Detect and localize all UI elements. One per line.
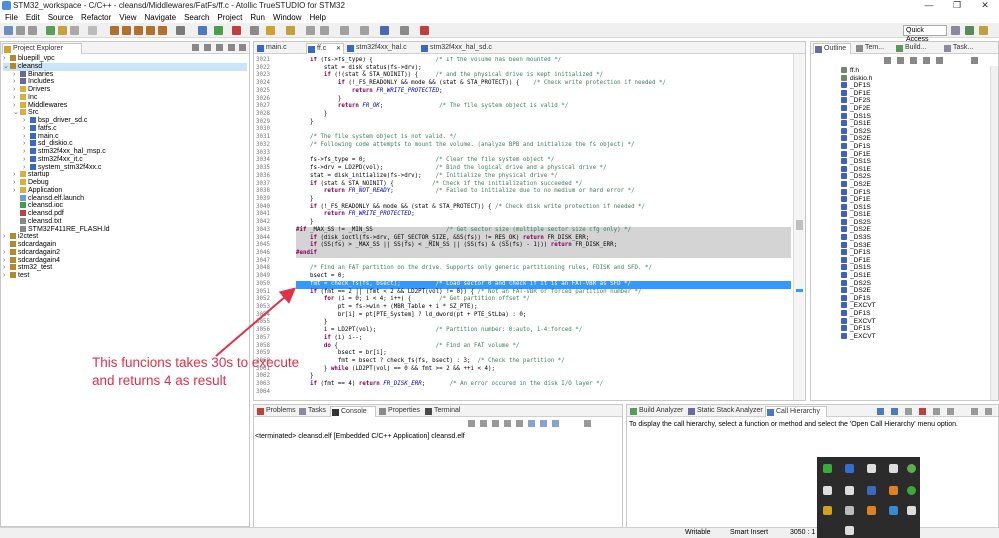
annotation-line-2: and returns 4 as result [92, 373, 227, 388]
annotation-line-1: This funcions takes 30s to execute [92, 355, 300, 370]
annotation-arrow [215, 287, 297, 357]
annotation-text: This funcions takes 30s to execute and r… [92, 354, 299, 390]
